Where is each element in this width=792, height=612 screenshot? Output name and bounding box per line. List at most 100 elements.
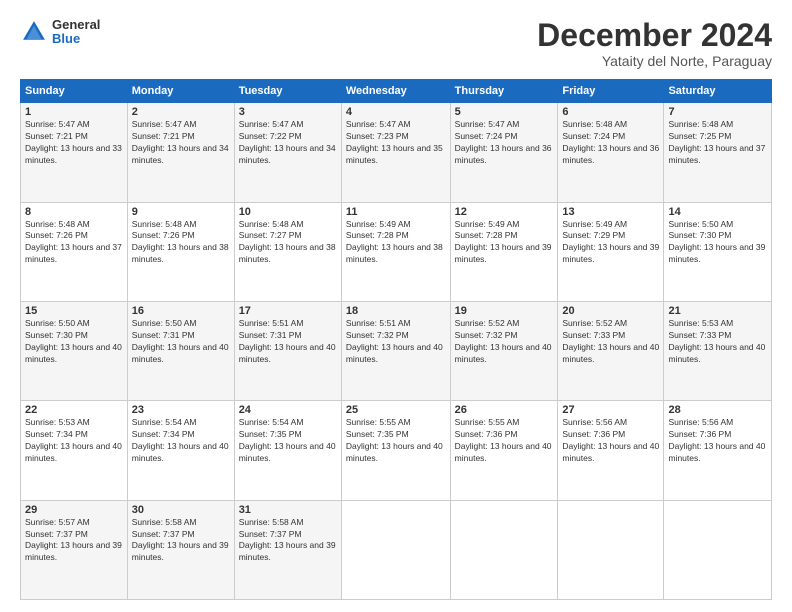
table-row: 31Sunrise: 5:58 AMSunset: 7:37 PMDayligh… (234, 500, 341, 599)
calendar-week-row: 22Sunrise: 5:53 AMSunset: 7:34 PMDayligh… (21, 401, 772, 500)
day-number: 9 (132, 206, 230, 218)
table-row: 30Sunrise: 5:58 AMSunset: 7:37 PMDayligh… (127, 500, 234, 599)
table-row: 21Sunrise: 5:53 AMSunset: 7:33 PMDayligh… (664, 301, 772, 400)
day-info: Sunrise: 5:48 AMSunset: 7:24 PMDaylight:… (562, 119, 659, 167)
day-info: Sunrise: 5:54 AMSunset: 7:35 PMDaylight:… (239, 417, 337, 465)
day-info: Sunrise: 5:56 AMSunset: 7:36 PMDaylight:… (668, 417, 767, 465)
table-row: 19Sunrise: 5:52 AMSunset: 7:32 PMDayligh… (450, 301, 558, 400)
day-number: 2 (132, 106, 230, 118)
day-info: Sunrise: 5:50 AMSunset: 7:31 PMDaylight:… (132, 318, 230, 366)
month-title: December 2024 (537, 18, 772, 53)
day-number: 7 (668, 106, 767, 118)
day-info: Sunrise: 5:55 AMSunset: 7:36 PMDaylight:… (455, 417, 554, 465)
day-info: Sunrise: 5:48 AMSunset: 7:25 PMDaylight:… (668, 119, 767, 167)
day-info: Sunrise: 5:47 AMSunset: 7:24 PMDaylight:… (455, 119, 554, 167)
day-info: Sunrise: 5:52 AMSunset: 7:32 PMDaylight:… (455, 318, 554, 366)
table-row: 11Sunrise: 5:49 AMSunset: 7:28 PMDayligh… (341, 202, 450, 301)
day-info: Sunrise: 5:54 AMSunset: 7:34 PMDaylight:… (132, 417, 230, 465)
day-info: Sunrise: 5:47 AMSunset: 7:21 PMDaylight:… (132, 119, 230, 167)
table-row (664, 500, 772, 599)
day-info: Sunrise: 5:49 AMSunset: 7:28 PMDaylight:… (455, 219, 554, 267)
day-number: 16 (132, 305, 230, 317)
table-row: 3Sunrise: 5:47 AMSunset: 7:22 PMDaylight… (234, 103, 341, 202)
day-number: 26 (455, 404, 554, 416)
col-wednesday: Wednesday (341, 80, 450, 103)
location-subtitle: Yataity del Norte, Paraguay (537, 53, 772, 69)
day-info: Sunrise: 5:48 AMSunset: 7:26 PMDaylight:… (25, 219, 123, 267)
calendar-table: Sunday Monday Tuesday Wednesday Thursday… (20, 79, 772, 600)
day-number: 5 (455, 106, 554, 118)
day-number: 23 (132, 404, 230, 416)
day-number: 1 (25, 106, 123, 118)
day-number: 13 (562, 206, 659, 218)
table-row: 13Sunrise: 5:49 AMSunset: 7:29 PMDayligh… (558, 202, 664, 301)
table-row: 20Sunrise: 5:52 AMSunset: 7:33 PMDayligh… (558, 301, 664, 400)
top-section: General Blue December 2024 Yataity del N… (20, 18, 772, 69)
day-number: 3 (239, 106, 337, 118)
table-row: 14Sunrise: 5:50 AMSunset: 7:30 PMDayligh… (664, 202, 772, 301)
table-row: 10Sunrise: 5:48 AMSunset: 7:27 PMDayligh… (234, 202, 341, 301)
day-number: 18 (346, 305, 446, 317)
day-number: 19 (455, 305, 554, 317)
table-row: 22Sunrise: 5:53 AMSunset: 7:34 PMDayligh… (21, 401, 128, 500)
day-number: 11 (346, 206, 446, 218)
day-number: 8 (25, 206, 123, 218)
day-info: Sunrise: 5:51 AMSunset: 7:31 PMDaylight:… (239, 318, 337, 366)
col-friday: Friday (558, 80, 664, 103)
table-row: 27Sunrise: 5:56 AMSunset: 7:36 PMDayligh… (558, 401, 664, 500)
calendar-week-row: 8Sunrise: 5:48 AMSunset: 7:26 PMDaylight… (21, 202, 772, 301)
calendar-week-row: 15Sunrise: 5:50 AMSunset: 7:30 PMDayligh… (21, 301, 772, 400)
table-row: 25Sunrise: 5:55 AMSunset: 7:35 PMDayligh… (341, 401, 450, 500)
day-info: Sunrise: 5:56 AMSunset: 7:36 PMDaylight:… (562, 417, 659, 465)
day-info: Sunrise: 5:47 AMSunset: 7:21 PMDaylight:… (25, 119, 123, 167)
title-section: December 2024 Yataity del Norte, Paragua… (537, 18, 772, 69)
day-info: Sunrise: 5:55 AMSunset: 7:35 PMDaylight:… (346, 417, 446, 465)
day-number: 28 (668, 404, 767, 416)
table-row: 9Sunrise: 5:48 AMSunset: 7:26 PMDaylight… (127, 202, 234, 301)
day-number: 27 (562, 404, 659, 416)
day-number: 20 (562, 305, 659, 317)
day-number: 10 (239, 206, 337, 218)
day-number: 21 (668, 305, 767, 317)
day-number: 4 (346, 106, 446, 118)
calendar-header-row: Sunday Monday Tuesday Wednesday Thursday… (21, 80, 772, 103)
table-row: 23Sunrise: 5:54 AMSunset: 7:34 PMDayligh… (127, 401, 234, 500)
table-row: 12Sunrise: 5:49 AMSunset: 7:28 PMDayligh… (450, 202, 558, 301)
col-saturday: Saturday (664, 80, 772, 103)
day-info: Sunrise: 5:47 AMSunset: 7:23 PMDaylight:… (346, 119, 446, 167)
day-info: Sunrise: 5:53 AMSunset: 7:34 PMDaylight:… (25, 417, 123, 465)
day-number: 15 (25, 305, 123, 317)
logo-general: General (52, 18, 100, 32)
day-number: 31 (239, 504, 337, 516)
col-tuesday: Tuesday (234, 80, 341, 103)
table-row (558, 500, 664, 599)
table-row: 7Sunrise: 5:48 AMSunset: 7:25 PMDaylight… (664, 103, 772, 202)
day-number: 22 (25, 404, 123, 416)
day-info: Sunrise: 5:48 AMSunset: 7:26 PMDaylight:… (132, 219, 230, 267)
table-row: 17Sunrise: 5:51 AMSunset: 7:31 PMDayligh… (234, 301, 341, 400)
day-number: 24 (239, 404, 337, 416)
table-row: 8Sunrise: 5:48 AMSunset: 7:26 PMDaylight… (21, 202, 128, 301)
day-number: 6 (562, 106, 659, 118)
table-row: 4Sunrise: 5:47 AMSunset: 7:23 PMDaylight… (341, 103, 450, 202)
day-info: Sunrise: 5:57 AMSunset: 7:37 PMDaylight:… (25, 517, 123, 565)
table-row: 16Sunrise: 5:50 AMSunset: 7:31 PMDayligh… (127, 301, 234, 400)
logo-icon (20, 18, 48, 46)
table-row: 5Sunrise: 5:47 AMSunset: 7:24 PMDaylight… (450, 103, 558, 202)
table-row: 24Sunrise: 5:54 AMSunset: 7:35 PMDayligh… (234, 401, 341, 500)
page: General Blue December 2024 Yataity del N… (0, 0, 792, 612)
table-row: 26Sunrise: 5:55 AMSunset: 7:36 PMDayligh… (450, 401, 558, 500)
col-thursday: Thursday (450, 80, 558, 103)
day-number: 17 (239, 305, 337, 317)
day-info: Sunrise: 5:49 AMSunset: 7:29 PMDaylight:… (562, 219, 659, 267)
day-info: Sunrise: 5:50 AMSunset: 7:30 PMDaylight:… (668, 219, 767, 267)
day-info: Sunrise: 5:48 AMSunset: 7:27 PMDaylight:… (239, 219, 337, 267)
col-sunday: Sunday (21, 80, 128, 103)
logo-text: General Blue (52, 18, 100, 47)
logo: General Blue (20, 18, 100, 47)
table-row: 28Sunrise: 5:56 AMSunset: 7:36 PMDayligh… (664, 401, 772, 500)
day-info: Sunrise: 5:58 AMSunset: 7:37 PMDaylight:… (132, 517, 230, 565)
table-row: 15Sunrise: 5:50 AMSunset: 7:30 PMDayligh… (21, 301, 128, 400)
col-monday: Monday (127, 80, 234, 103)
day-info: Sunrise: 5:53 AMSunset: 7:33 PMDaylight:… (668, 318, 767, 366)
